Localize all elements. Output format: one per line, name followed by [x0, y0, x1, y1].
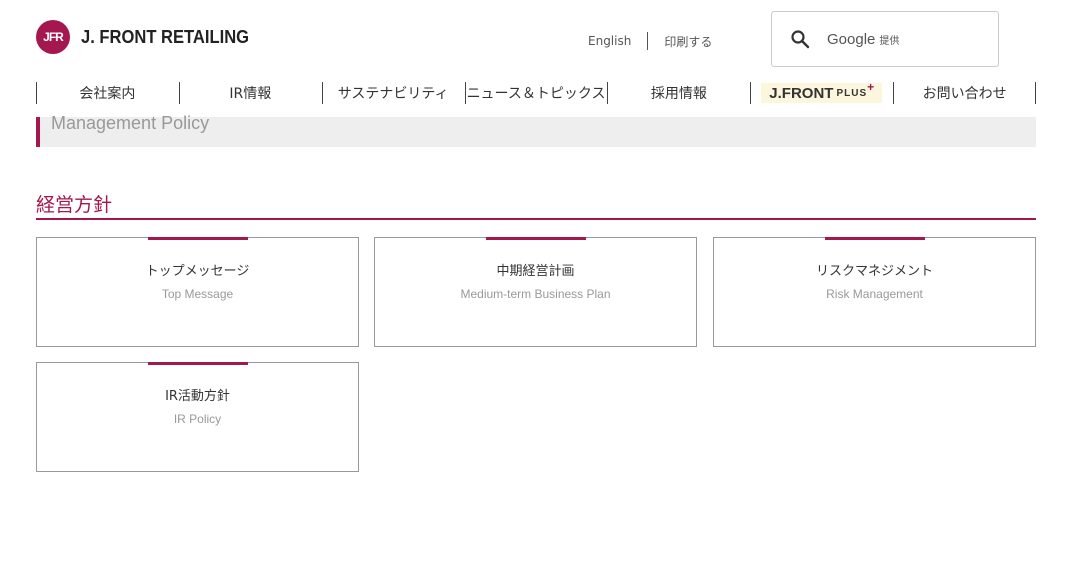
- provided-suffix: 提供: [879, 35, 900, 47]
- page-banner: Management Policy: [36, 113, 1036, 147]
- search-icon: [791, 30, 810, 49]
- company-logo[interactable]: JFR J. FRONT RETAILING: [36, 20, 264, 54]
- nav-company[interactable]: 会社案内: [36, 82, 179, 104]
- card-accent-bar: [148, 362, 248, 365]
- card-title-en: Medium-term Business Plan: [460, 287, 611, 301]
- card-accent-bar: [148, 237, 248, 240]
- section-title: 経営方針: [36, 190, 1036, 220]
- card-risk-management[interactable]: リスクマネジメント Risk Management: [713, 237, 1036, 347]
- jfront-plus-logo: J.FRONT PLUS +: [761, 80, 883, 103]
- print-link[interactable]: 印刷する: [648, 33, 728, 50]
- card-accent-bar: [825, 237, 925, 240]
- english-link[interactable]: English: [572, 34, 647, 48]
- nav-news[interactable]: ニュース＆トピックス: [464, 82, 608, 104]
- card-title-jp: トップメッセージ: [145, 264, 250, 279]
- nav-ir[interactable]: IR情報: [178, 82, 322, 104]
- plus-logo-main: J.FRONT: [769, 84, 834, 102]
- card-title-en: Top Message: [161, 287, 234, 301]
- card-title-jp: リスクマネジメント: [815, 264, 933, 279]
- plus-mark: +: [867, 80, 875, 94]
- card-title-jp: 中期経営計画: [496, 264, 575, 279]
- google-provided-label: Google 提供: [827, 31, 899, 48]
- card-top-message[interactable]: トップメッセージ Top Message: [36, 237, 359, 347]
- nav-sustainability[interactable]: サステナビリティ: [321, 82, 465, 104]
- card-title-jp: IR活動方針: [165, 389, 230, 404]
- logo-text: J. FRONT RETAILING: [81, 26, 250, 47]
- card-title-en: IR Policy: [173, 412, 222, 426]
- nav-jfront-plus[interactable]: J.FRONT PLUS +: [750, 80, 893, 104]
- plus-logo-sub: PLUS: [836, 87, 868, 99]
- utility-links: English 印刷する: [572, 32, 728, 50]
- card-medium-term-plan[interactable]: 中期経営計画 Medium-term Business Plan: [374, 237, 697, 347]
- jfr-logo-mark: JFR: [36, 20, 70, 54]
- site-search[interactable]: Google 提供: [771, 11, 999, 67]
- nav-contact[interactable]: お問い合わせ: [893, 82, 1036, 104]
- page-banner-title: Management Policy: [51, 113, 210, 133]
- global-nav: 会社案内 IR情報 サステナビリティ ニュース＆トピックス 採用情報 J.FRO…: [36, 80, 1036, 104]
- card-title-en: Risk Management: [826, 287, 923, 301]
- card-accent-bar: [486, 237, 586, 240]
- google-brand: Google: [827, 30, 876, 48]
- card-ir-policy[interactable]: IR活動方針 IR Policy: [36, 362, 359, 472]
- nav-recruit[interactable]: 採用情報: [607, 82, 750, 104]
